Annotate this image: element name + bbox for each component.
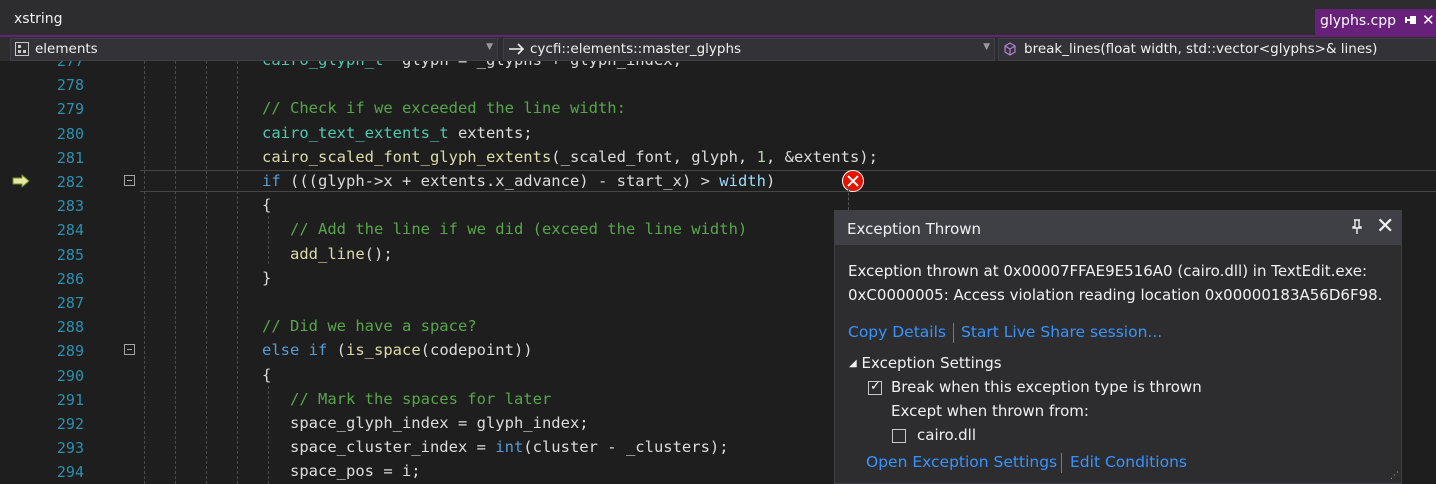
code-line[interactable]: space_cluster_index = int(cluster - _clu… [262, 438, 729, 456]
line-number: 293 [56, 439, 84, 457]
indent-guide [206, 61, 207, 484]
method-cube-icon [1004, 42, 1016, 56]
collapse-block-icon[interactable] [124, 175, 135, 186]
code-line[interactable]: } [262, 269, 271, 287]
break-label: Break when this exception type is thrown [891, 378, 1202, 396]
code-line[interactable]: space_pos = i; [262, 462, 421, 480]
exception-thrown-popup: Exception Thrown ✕ Exception thrown at 0… [834, 210, 1402, 484]
code-line[interactable]: // Did we have a space? [262, 317, 477, 335]
navigation-bar: elements ▼ cycfi::elements::master_glyph… [0, 37, 1436, 61]
module-label: cairo.dll [917, 426, 976, 444]
code-line[interactable]: { [262, 366, 271, 384]
line-number: 283 [56, 197, 84, 215]
break-checkbox[interactable] [868, 379, 882, 395]
pin-tab-icon[interactable] [1405, 16, 1416, 24]
indent-guide [144, 61, 145, 484]
scope-name: cycfi::elements::master_glyphs [530, 41, 742, 57]
line-number: 290 [56, 367, 84, 385]
line-number: 280 [56, 125, 84, 143]
open-exception-settings-link[interactable]: Open Exception Settings [866, 453, 1057, 471]
code-line[interactable]: cairo_scaled_font_glyph_extents(_scaled_… [262, 148, 878, 166]
line-number: 281 [56, 149, 84, 167]
member-name: break_lines(float width, std::vector<gly… [1024, 41, 1378, 57]
expand-triangle-icon: ◢ [849, 358, 857, 369]
chevron-down-icon: ▼ [486, 42, 493, 52]
line-number: 278 [56, 76, 84, 94]
line-number: 288 [56, 318, 84, 336]
link-separator [953, 323, 954, 343]
line-number: 294 [56, 463, 84, 481]
indent-guide [237, 61, 238, 484]
exception-error-icon [842, 170, 864, 192]
line-number: 284 [56, 221, 84, 239]
line-number: 291 [56, 391, 84, 409]
indent-guide [175, 61, 176, 484]
popup-title-bar: Exception Thrown ✕ [835, 211, 1401, 245]
code-line[interactable]: cairo_glyph_t* glyph = _glyphs + glyph_i… [262, 61, 682, 69]
resize-grip-icon[interactable]: ⋰ [1390, 471, 1399, 481]
popup-connector [848, 188, 849, 210]
code-line[interactable]: { [262, 196, 271, 214]
member-dropdown[interactable]: break_lines(float width, std::vector<gly… [998, 38, 1436, 61]
line-number: 282 [56, 173, 84, 191]
module-checkbox[interactable] [892, 429, 906, 443]
copy-details-link[interactable]: Copy Details [848, 323, 946, 341]
line-number: 277 [56, 61, 84, 70]
line-number: 292 [56, 415, 84, 433]
close-tab-icon[interactable]: ✕ [1422, 11, 1435, 29]
edit-conditions-link[interactable]: Edit Conditions [1070, 453, 1187, 471]
code-line[interactable]: add_line(); [262, 245, 393, 263]
close-icon[interactable]: ✕ [1376, 214, 1394, 239]
code-line[interactable]: // Check if we exceeded the line width: [262, 99, 626, 117]
settings-header-label: Exception Settings [861, 354, 1002, 372]
code-line[interactable]: // Add the line if we did (exceed the li… [262, 220, 747, 238]
exception-message: Exception thrown at 0x00007FFAE9E516A0 (… [848, 262, 1383, 304]
arrow-right-icon [509, 43, 525, 55]
line-number: 286 [56, 270, 84, 288]
line-number: 285 [56, 246, 84, 264]
collapse-block-icon[interactable] [124, 344, 135, 355]
code-line[interactable]: cairo_text_extents_t extents; [262, 124, 533, 142]
tab-glyphs-cpp[interactable]: glyphs.cpp ✕ [1315, 9, 1436, 35]
document-tab-strip: xstring glyphs.cpp ✕ [0, 0, 1436, 35]
project-name: elements [35, 41, 98, 57]
code-line[interactable]: // Mark the spaces for later [262, 390, 551, 408]
project-icon [15, 42, 29, 56]
tab-xstring[interactable]: xstring [14, 11, 62, 27]
popup-title: Exception Thrown [847, 220, 982, 238]
except-when-label: Except when thrown from: [891, 402, 1089, 420]
code-line[interactable]: else if (is_space(codepoint)) [262, 341, 533, 359]
code-line[interactable]: if (((glyph->x + extents.x_advance) - st… [262, 172, 775, 190]
line-number: 287 [56, 294, 84, 312]
exception-settings-expander[interactable]: ◢ Exception Settings [849, 354, 1002, 372]
scope-dropdown[interactable]: cycfi::elements::master_glyphs ▼ [503, 38, 995, 61]
chevron-down-icon: ▼ [983, 42, 990, 52]
line-number: 279 [56, 100, 84, 118]
tab-label: glyphs.cpp [1320, 13, 1397, 29]
live-share-link[interactable]: Start Live Share session... [961, 323, 1162, 341]
link-separator [1061, 453, 1062, 473]
project-dropdown[interactable]: elements ▼ [10, 38, 498, 61]
pin-icon[interactable] [1351, 219, 1363, 235]
code-line[interactable]: space_glyph_index = glyph_index; [262, 414, 589, 432]
line-number: 289 [56, 342, 84, 360]
